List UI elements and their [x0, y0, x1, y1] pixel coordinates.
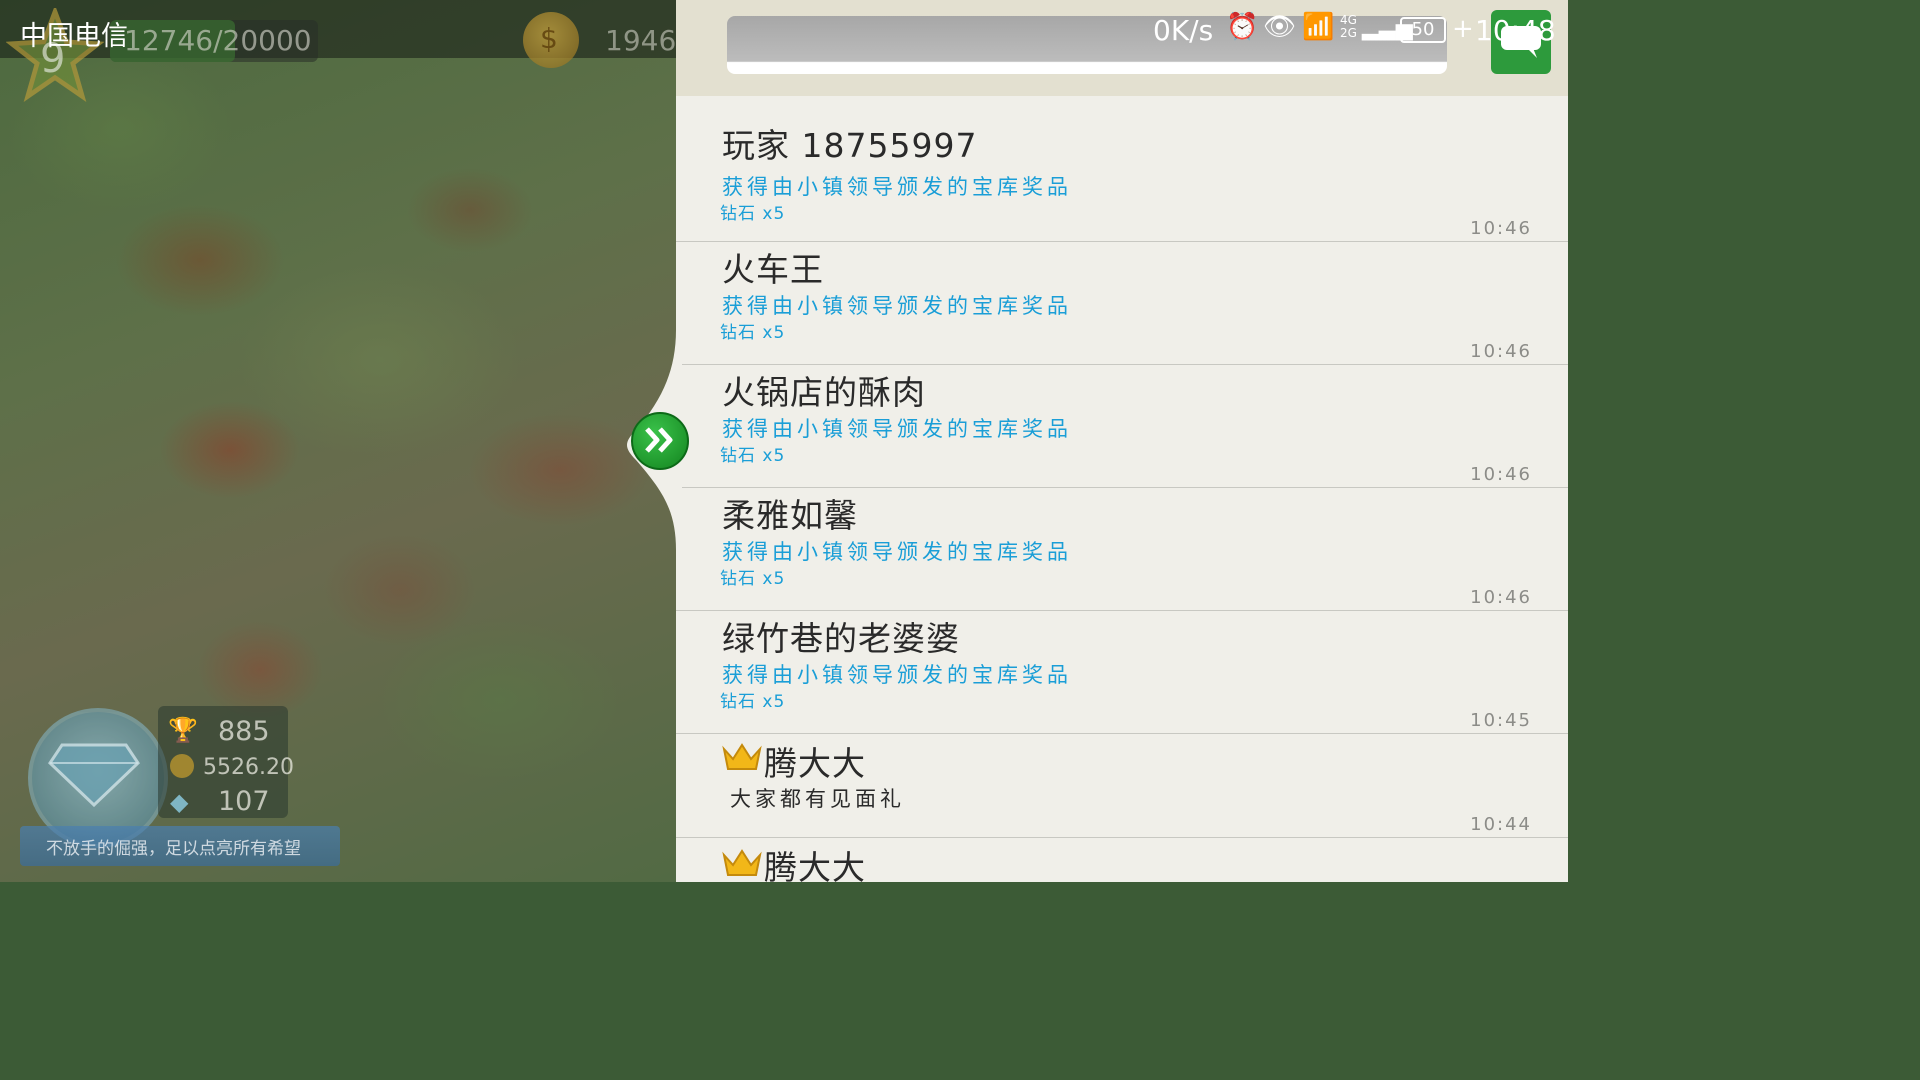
- feed-item[interactable]: 玩家 18755997 获得由小镇领导颁发的宝库奖品 钻石 x5 10:46: [676, 115, 1568, 242]
- collapse-panel-button[interactable]: [631, 412, 689, 470]
- feed-description: 获得由小镇领导颁发的宝库奖品: [722, 540, 1072, 564]
- feed-time: 10:46: [1470, 218, 1532, 239]
- feed-player-name: 火锅店的酥肉: [722, 373, 926, 412]
- feed-player-name: 玩家 18755997: [722, 126, 978, 165]
- feed-description: 获得由小镇领导颁发的宝库奖品: [722, 294, 1072, 318]
- feed-time: 10:46: [1470, 587, 1532, 608]
- feed-reward: 钻石 x5: [720, 323, 786, 343]
- crown-icon: [722, 849, 762, 876]
- charging-icon: +: [1452, 14, 1474, 44]
- feed-item[interactable]: 腾大大 大家都有见面礼 10:44: [676, 733, 1568, 838]
- trophy-count: 885: [218, 716, 270, 747]
- feed-description: 获得由小镇领导颁发的宝库奖品: [722, 417, 1072, 441]
- feed-item[interactable]: 绿竹巷的老婆婆 获得由小镇领导颁发的宝库奖品 钻石 x5 10:45: [676, 610, 1568, 734]
- feed-time: 10:46: [1470, 464, 1532, 485]
- feed-item[interactable]: 火锅店的酥肉 获得由小镇领导颁发的宝库奖品 钻石 x5 10:46: [676, 364, 1568, 488]
- feed-time: 10:46: [1470, 341, 1532, 362]
- feed-player-name: 火车王: [722, 250, 824, 289]
- double-chevron-right-icon: [645, 427, 673, 453]
- gem-count: 107: [218, 786, 270, 817]
- battery-icon: 50: [1400, 17, 1446, 43]
- gem-icon: ◆: [170, 788, 189, 816]
- xp-bar: 12746/20000: [110, 20, 318, 62]
- wifi-icon: 📶: [1302, 12, 1335, 42]
- alarm-icon: ⏰: [1226, 12, 1259, 42]
- feed-time: 10:45: [1470, 710, 1532, 731]
- clock: 10:48: [1475, 14, 1556, 47]
- panel-header: [676, 0, 1568, 96]
- feed-description: 大家都有见面礼: [730, 787, 905, 811]
- feed-description: 获得由小镇领导颁发的宝库奖品: [722, 175, 1072, 199]
- carrier-label: 中国电信: [20, 21, 128, 52]
- feed-reward: 钻石 x5: [720, 569, 786, 589]
- message-input[interactable]: [727, 16, 1447, 74]
- feed-player-name: 绿竹巷的老婆婆: [722, 619, 960, 658]
- feed-player-name: 腾大大: [764, 744, 866, 783]
- xp-text: 12746/20000: [124, 24, 312, 57]
- network-speed: 0K/s: [1153, 14, 1214, 47]
- feed-item[interactable]: 腾大大: [676, 837, 1568, 887]
- feed-reward: 钻石 x5: [720, 204, 786, 224]
- network-type: 4G 2G: [1340, 13, 1357, 40]
- trophy-icon: 🏆: [168, 716, 198, 744]
- gold-coin-icon: [170, 754, 194, 778]
- feed-player-name: 腾大大: [764, 848, 866, 887]
- dollar-icon: $: [540, 22, 558, 55]
- motto-text: 不放手的倔强，足以点亮所有希望: [46, 839, 301, 859]
- diamond-icon: [48, 743, 140, 807]
- eye-icon: 👁: [1263, 12, 1297, 42]
- feed-reward: 钻石 x5: [720, 446, 786, 466]
- feed-reward: 钻石 x5: [720, 692, 786, 712]
- feed-player-name: 柔雅如馨: [722, 496, 858, 535]
- feed-time: 10:44: [1470, 814, 1532, 835]
- feed-description: 获得由小镇领导颁发的宝库奖品: [722, 663, 1072, 687]
- coin-count: 1946: [605, 24, 677, 57]
- feed-item[interactable]: 火车王 获得由小镇领导颁发的宝库奖品 钻石 x5 10:46: [676, 241, 1568, 365]
- crown-icon: [722, 743, 762, 770]
- feed-item[interactable]: 柔雅如馨 获得由小镇领导颁发的宝库奖品 钻石 x5 10:46: [676, 487, 1568, 611]
- gold-count: 5526.20: [203, 755, 294, 780]
